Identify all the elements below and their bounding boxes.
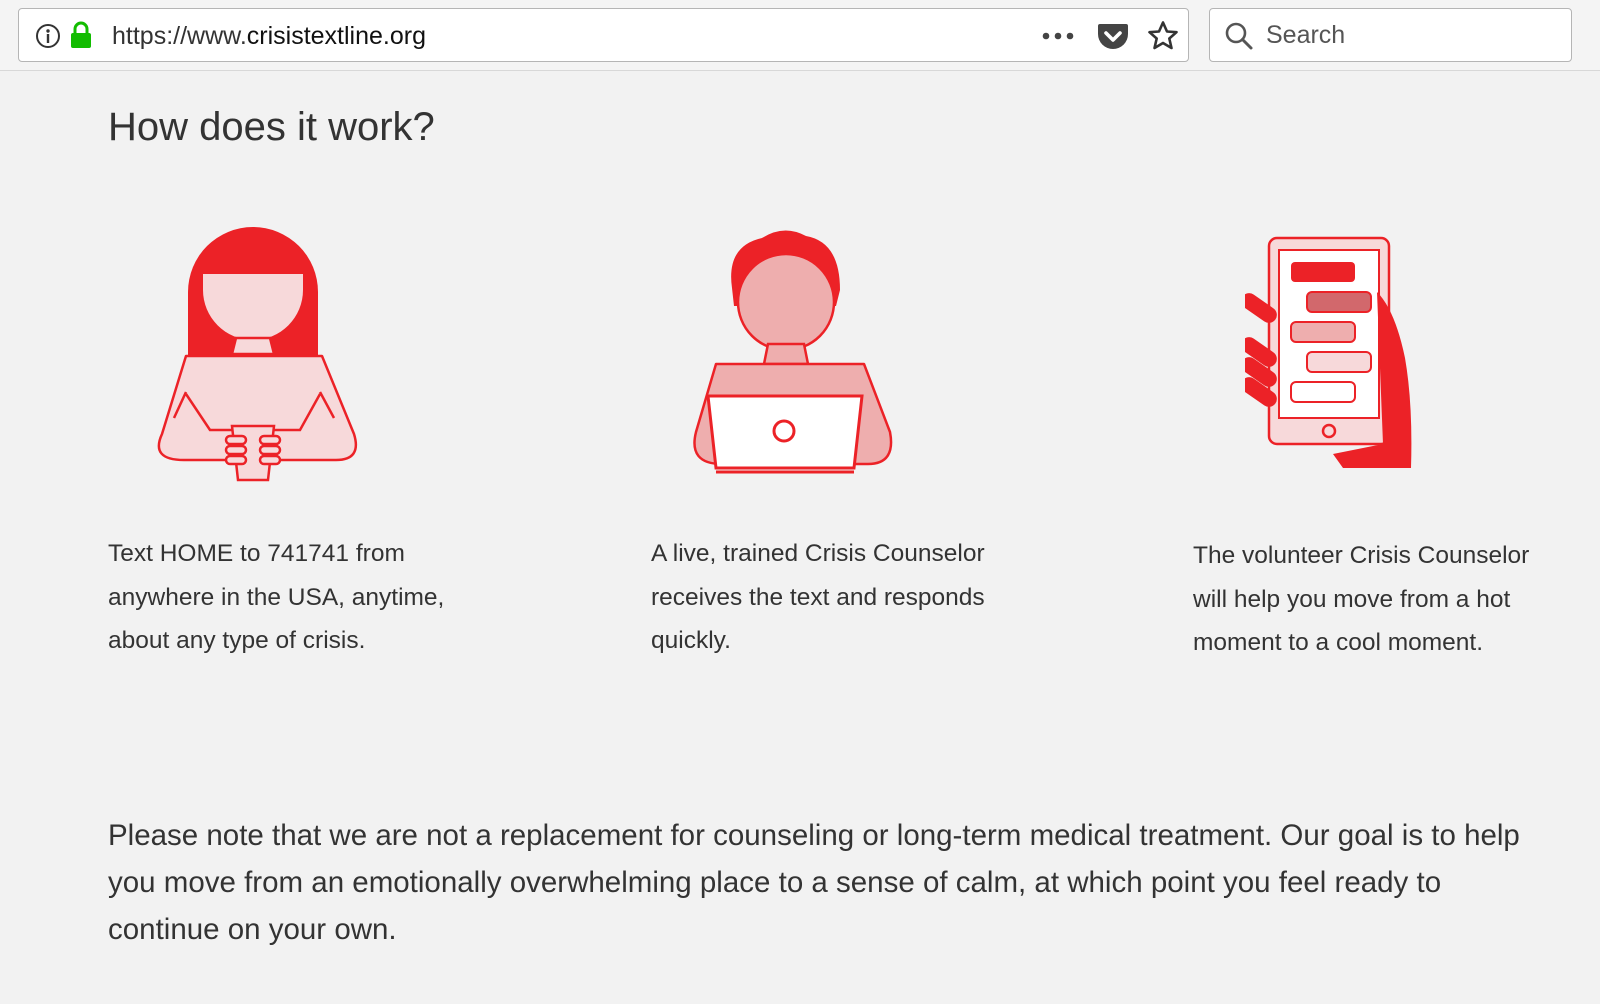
url-text[interactable]: https://www.crisistextline.org xyxy=(112,22,426,51)
page-heading: How does it work? xyxy=(108,105,435,149)
address-bar[interactable]: https://www.crisistextline.org xyxy=(18,8,1189,62)
step-1-text: Text HOME to 741741 from anywhere in the… xyxy=(108,540,445,654)
phone-chat-illustration xyxy=(1245,236,1445,486)
disclaimer-note: Please note that we are not a replacemen… xyxy=(108,819,1520,946)
step-3-text: The volunteer Crisis Counselor will help… xyxy=(1193,542,1530,656)
star-icon[interactable] xyxy=(1147,20,1179,52)
pocket-icon[interactable] xyxy=(1097,21,1129,51)
search-bar[interactable] xyxy=(1209,8,1572,62)
search-icon xyxy=(1225,22,1253,50)
browser-toolbar: https://www.crisistextline.org xyxy=(0,0,1600,71)
step-2-text: A live, trained Crisis Counselor receive… xyxy=(651,540,985,654)
person-texting-illustration xyxy=(140,222,380,492)
search-input[interactable] xyxy=(1266,19,1556,51)
lock-icon[interactable] xyxy=(69,21,93,49)
more-icon[interactable] xyxy=(1041,27,1075,45)
info-icon[interactable] xyxy=(35,23,61,49)
counselor-laptop-illustration xyxy=(684,228,914,490)
